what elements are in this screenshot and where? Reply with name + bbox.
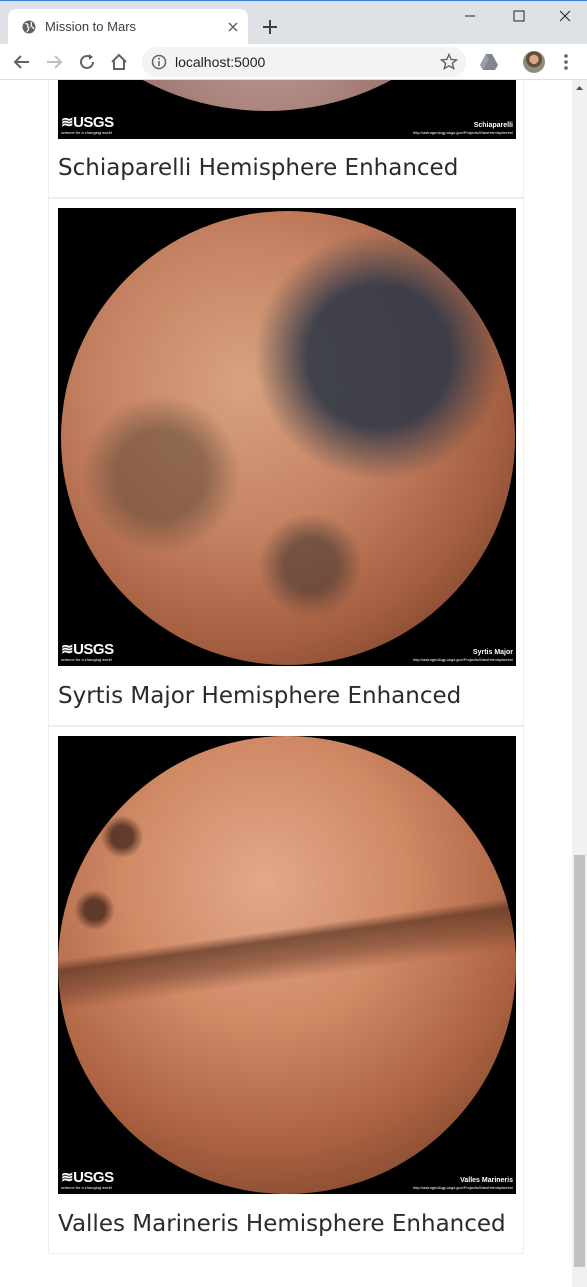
close-icon[interactable]: [224, 18, 242, 36]
forward-icon[interactable]: [43, 51, 65, 73]
hemisphere-image[interactable]: ≋USGS science for a changing world Schia…: [58, 80, 516, 139]
tab-title: Mission to Mars: [45, 19, 137, 34]
info-icon[interactable]: [151, 54, 167, 70]
maximize-icon[interactable]: [502, 5, 536, 29]
usgs-logo: ≋USGS science for a changing world: [61, 641, 114, 662]
window-close-icon[interactable]: [548, 5, 582, 29]
minimize-icon[interactable]: [453, 5, 487, 29]
vertical-scrollbar[interactable]: [572, 80, 587, 1287]
reload-icon[interactable]: [76, 51, 98, 73]
scroll-up-icon[interactable]: [572, 80, 587, 97]
url-text[interactable]: localhost:5000: [175, 54, 265, 70]
hemisphere-image[interactable]: ≋USGS science for a changing world Valle…: [58, 736, 516, 1194]
usgs-logo: ≋USGS science for a changing world: [61, 1169, 114, 1190]
hemisphere-title: Schiaparelli Hemisphere Enhanced: [58, 155, 459, 181]
star-icon[interactable]: [439, 52, 459, 72]
avatar[interactable]: [523, 51, 545, 73]
globe-icon: [22, 20, 36, 34]
back-icon[interactable]: [11, 51, 33, 73]
plus-icon[interactable]: [258, 15, 282, 39]
hemisphere-card: ≋USGS science for a changing world Schia…: [48, 80, 524, 198]
hemisphere-title: Syrtis Major Hemisphere Enhanced: [58, 683, 462, 709]
address-bar[interactable]: localhost:5000: [142, 47, 466, 77]
kebab-menu-icon[interactable]: [556, 51, 576, 73]
hemisphere-card: ≋USGS science for a changing world Valle…: [48, 726, 524, 1254]
page-viewport: ≋USGS science for a changing world Schia…: [0, 80, 572, 1287]
title-bar: Mission to Mars: [0, 0, 587, 45]
image-credit: Schiaparelli http://astrogeology.usgs.go…: [413, 122, 513, 135]
usgs-logo: ≋USGS science for a changing world: [61, 114, 114, 135]
browser-toolbar: localhost:5000: [0, 44, 587, 80]
image-credit: Valles Marineris http://astrogeology.usg…: [413, 1177, 513, 1190]
drive-icon[interactable]: [478, 51, 500, 73]
image-credit: Syrtis Major http://astrogeology.usgs.go…: [413, 649, 513, 662]
home-icon[interactable]: [108, 51, 130, 73]
hemisphere-card: ≋USGS science for a changing world Syrti…: [48, 198, 524, 726]
scrollbar-thumb[interactable]: [574, 855, 585, 1267]
browser-tab[interactable]: Mission to Mars: [8, 9, 248, 45]
hemisphere-title: Valles Marineris Hemisphere Enhanced: [58, 1211, 506, 1237]
hemisphere-image[interactable]: ≋USGS science for a changing world Syrti…: [58, 208, 516, 666]
